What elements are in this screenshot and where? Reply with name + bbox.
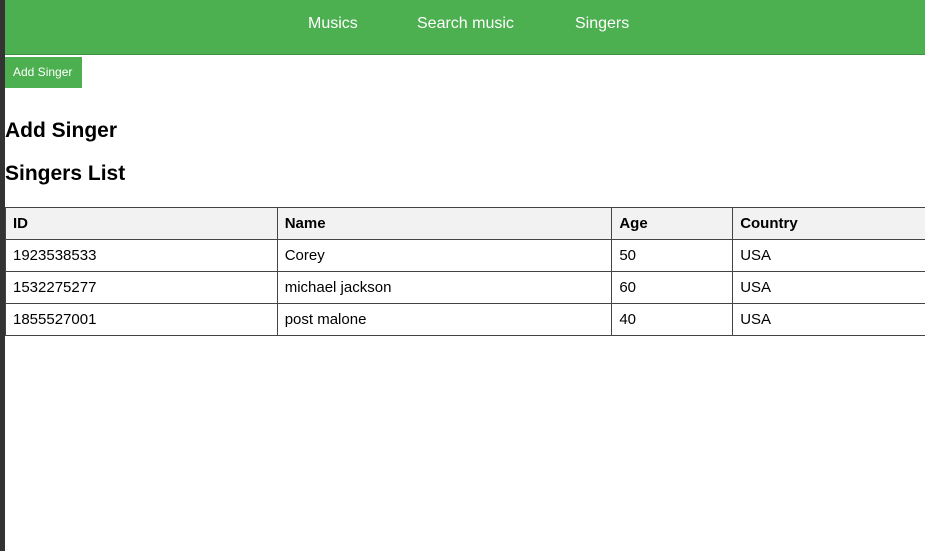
column-header-age: Age	[611, 207, 734, 240]
cell-age: 50	[611, 239, 734, 272]
cell-name: Corey	[276, 239, 613, 272]
cell-age: 60	[611, 271, 734, 304]
nav-link-singers[interactable]: Singers	[575, 15, 629, 33]
singers-list-heading: Singers List	[5, 162, 126, 185]
cell-id: 1923538533	[5, 239, 278, 272]
table-row: 1923538533 Corey 50 USA	[5, 239, 925, 272]
column-header-name: Name	[276, 207, 613, 240]
top-navbar: Musics Search music Singers	[5, 0, 925, 55]
singers-table: ID Name Age Country 1923538533 Corey 50 …	[5, 207, 925, 336]
add-singer-heading: Add Singer	[5, 119, 118, 142]
cell-id: 1532275277	[5, 271, 278, 304]
nav-link-musics[interactable]: Musics	[308, 15, 358, 33]
page: Musics Search music Singers Add Singer A…	[5, 0, 925, 551]
cell-age: 40	[611, 303, 734, 336]
nav-link-search-music[interactable]: Search music	[417, 15, 514, 33]
cell-name: post malone	[276, 303, 613, 336]
cell-country: USA	[732, 271, 925, 304]
cell-country: USA	[732, 239, 925, 272]
cell-name: michael jackson	[276, 271, 613, 304]
column-header-country: Country	[732, 207, 925, 240]
table-header-row: ID Name Age Country	[5, 207, 925, 240]
cell-id: 1855527001	[5, 303, 278, 336]
table-row: 1532275277 michael jackson 60 USA	[5, 271, 925, 304]
add-singer-tab-button[interactable]: Add Singer	[5, 57, 82, 88]
column-header-id: ID	[5, 207, 278, 240]
cell-country: USA	[732, 303, 925, 336]
table-row: 1855527001 post malone 40 USA	[5, 303, 925, 336]
